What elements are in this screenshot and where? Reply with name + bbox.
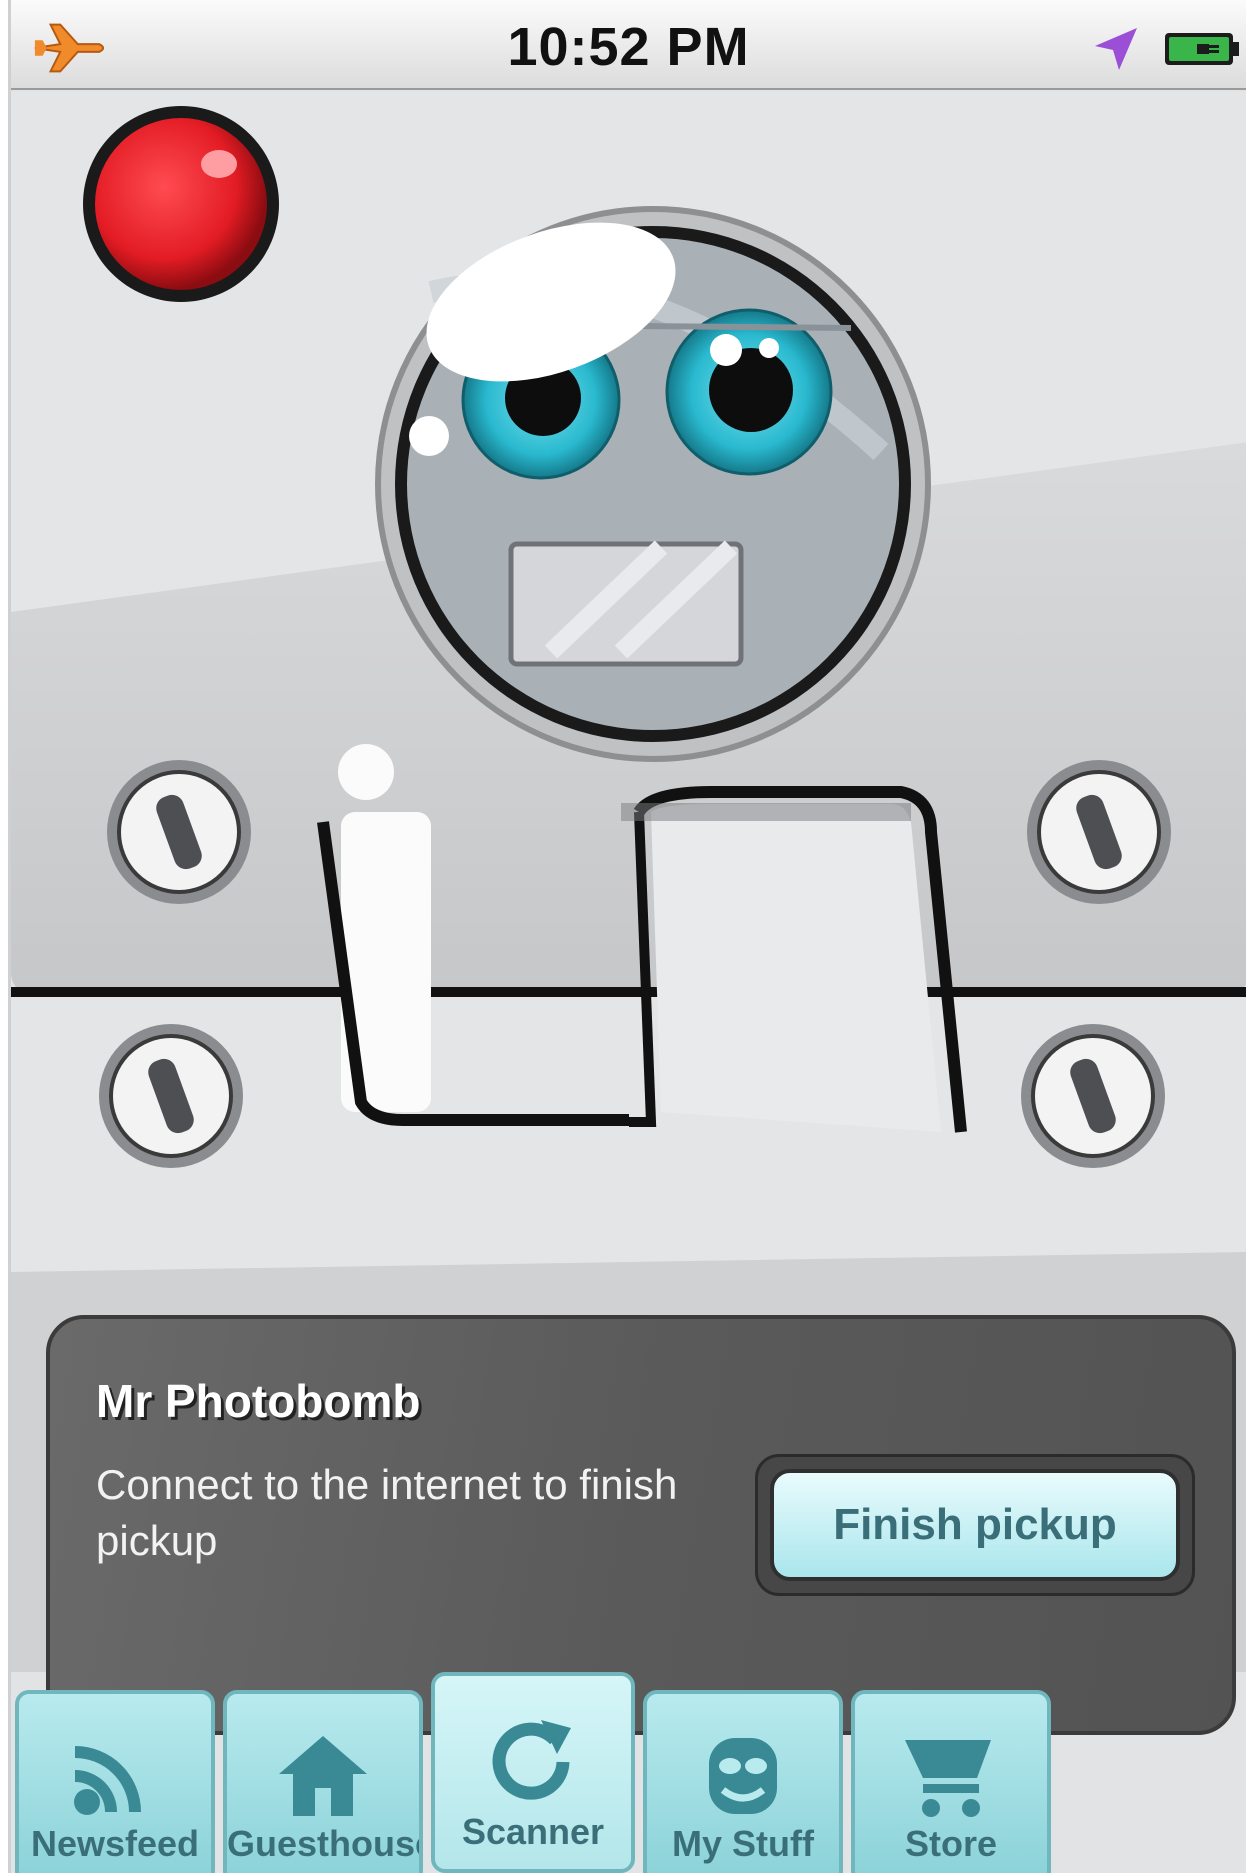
tab-my-stuff[interactable]: My Stuff	[643, 1690, 843, 1873]
tab-label: Newsfeed	[30, 1823, 200, 1864]
app-screen: 10:52 PM Mr Photobomb Connect to the int…	[8, 0, 1246, 1873]
location-icon	[1095, 28, 1137, 70]
card-message: Connect to the internet to finish pickup	[96, 1461, 678, 1564]
refresh-icon	[492, 1720, 571, 1800]
tab-label: My Stuff	[672, 1823, 814, 1864]
cart-icon	[905, 1740, 991, 1817]
tab-label: Store	[904, 1823, 998, 1864]
tab-bar: Newsfeed Guesthouse Scanner My Stuff Sto…	[11, 1668, 1246, 1873]
screw-icon	[107, 760, 251, 904]
mask-icon	[709, 1738, 777, 1814]
finish-pickup-frame: Finish pickup	[755, 1454, 1195, 1596]
tab-scanner[interactable]: Scanner	[431, 1672, 635, 1873]
tab-label: Guesthouse	[227, 1823, 423, 1864]
status-bar: 10:52 PM	[11, 0, 1246, 90]
card-title: Mr Photobomb	[96, 1375, 421, 1427]
finish-pickup-button[interactable]: Finish pickup	[770, 1469, 1180, 1581]
house-icon	[279, 1736, 367, 1816]
tab-newsfeed[interactable]: Newsfeed	[15, 1690, 215, 1873]
status-time: 10:52 PM	[507, 17, 750, 77]
battery-charging-icon	[1165, 33, 1239, 65]
rss-icon	[74, 1746, 141, 1815]
record-button-icon	[83, 106, 279, 302]
tab-label: Scanner	[461, 1811, 605, 1852]
tab-store[interactable]: Store	[851, 1690, 1051, 1873]
tab-guesthouse[interactable]: Guesthouse	[223, 1690, 423, 1873]
